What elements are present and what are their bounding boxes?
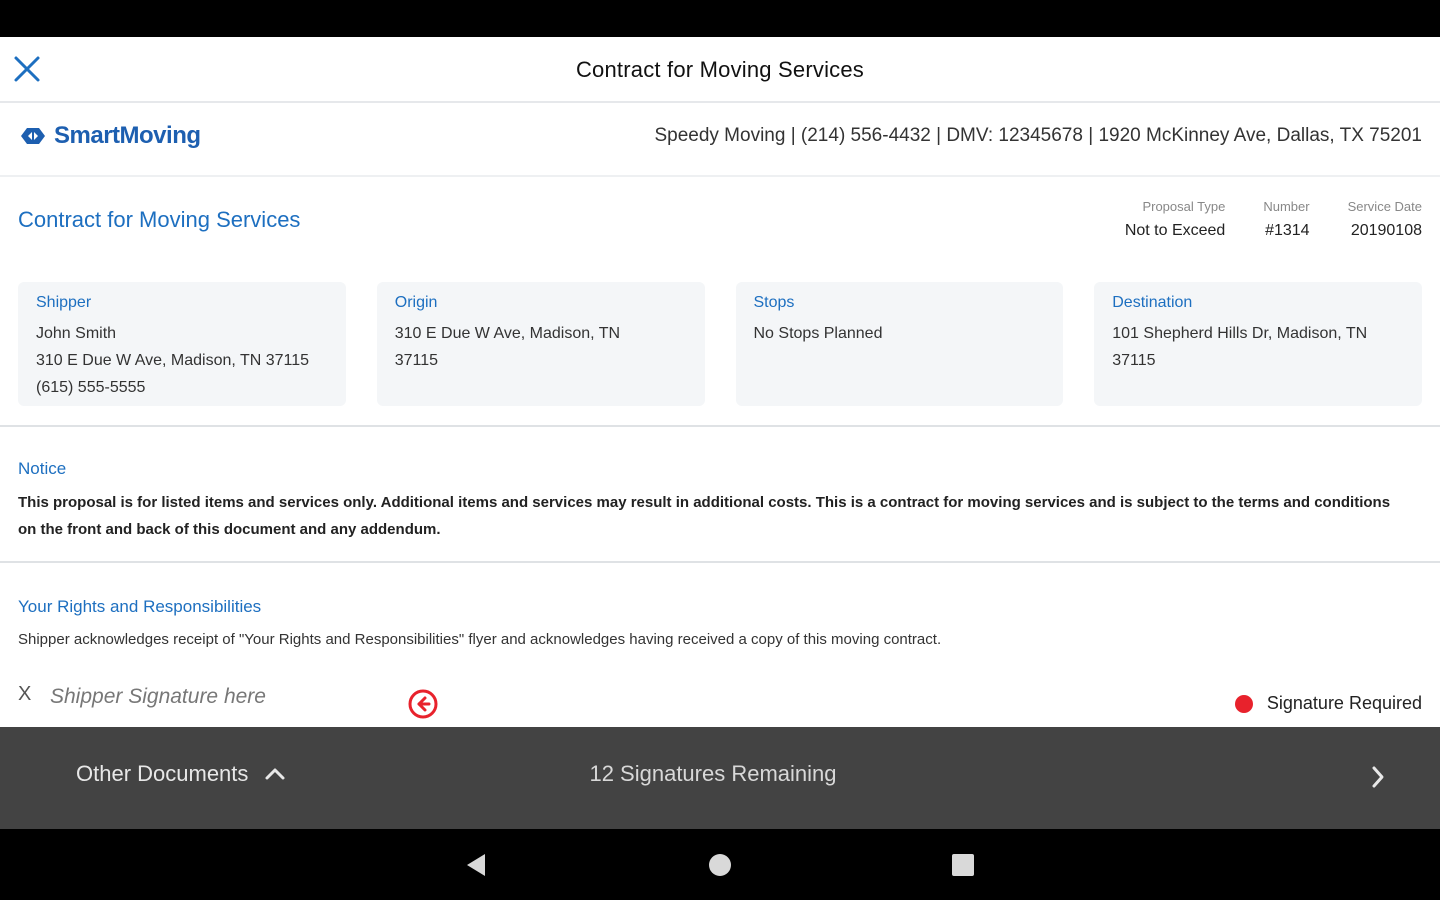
bottom-action-bar: Other Documents 12 Signatures Remaining bbox=[0, 727, 1440, 829]
card-title: Destination bbox=[1112, 294, 1193, 311]
meta-label: Number bbox=[1263, 199, 1310, 214]
address-cards: Shipper John Smith 310 E Due W Ave, Madi… bbox=[18, 282, 1422, 406]
shipper-signature-field[interactable] bbox=[50, 681, 390, 713]
recents-square-icon bbox=[952, 854, 974, 876]
company-header: SmartMoving Speedy Moving | (214) 556-44… bbox=[0, 103, 1440, 177]
company-logo: SmartMoving bbox=[18, 121, 201, 151]
rights-title: Your Rights and Responsibilities bbox=[18, 597, 262, 616]
home-circle-icon bbox=[709, 854, 731, 876]
next-signature-button[interactable] bbox=[1364, 763, 1392, 791]
card-stops: Stops No Stops Planned bbox=[735, 282, 1064, 406]
document-header: Contract for Moving Services Proposal Ty… bbox=[0, 177, 1440, 427]
logo-text: SmartMoving bbox=[54, 122, 201, 149]
meta-service-date: Service Date 20190108 bbox=[1348, 199, 1422, 240]
card-line: (615) 555-5555 bbox=[36, 379, 146, 396]
card-title: Stops bbox=[753, 294, 795, 311]
rights-text: Shipper acknowledges receipt of "Your Ri… bbox=[18, 631, 942, 648]
signature-required-label: Signature Required bbox=[1266, 693, 1422, 713]
card-title: Shipper bbox=[36, 294, 92, 311]
meta-label: Service Date bbox=[1347, 199, 1422, 214]
system-nav-bar bbox=[0, 829, 1440, 900]
notice-section: Notice This proposal is for listed items… bbox=[0, 427, 1440, 563]
card-shipper: Shipper John Smith 310 E Due W Ave, Madi… bbox=[18, 282, 346, 406]
back-triangle-icon bbox=[467, 854, 485, 876]
document-meta: Proposal Type Not to Exceed Number #1314… bbox=[1125, 199, 1422, 240]
meta-value: #1314 bbox=[1265, 222, 1310, 239]
card-destination: Destination 101 Shepherd Hills Dr, Madis… bbox=[1094, 282, 1422, 406]
page-title: Contract for Moving Services bbox=[575, 57, 865, 82]
signature-x-mark: X bbox=[18, 683, 32, 705]
card-line: 101 Shepherd Hills Dr, Madison, TN bbox=[1112, 325, 1368, 342]
document-title: Contract for Moving Services bbox=[18, 207, 301, 232]
meta-value: Not to Exceed bbox=[1124, 222, 1226, 239]
company-info: Speedy Moving | (214) 556-4432 | DMV: 12… bbox=[654, 125, 1422, 146]
status-bar bbox=[0, 0, 1440, 37]
card-line: No Stops Planned bbox=[753, 325, 883, 342]
chevron-right-icon bbox=[1372, 766, 1384, 788]
card-line: 37115 bbox=[1112, 352, 1156, 369]
card-line: 310 E Due W Ave, Madison, TN bbox=[394, 325, 621, 342]
smartmoving-logo-icon bbox=[21, 128, 45, 144]
meta-proposal-type: Proposal Type Not to Exceed bbox=[1125, 199, 1226, 240]
card-origin: Origin 310 E Due W Ave, Madison, TN 3711… bbox=[376, 282, 705, 406]
contract-screen: Contract for Moving Services SmartMoving… bbox=[0, 37, 1440, 727]
meta-label: Proposal Type bbox=[1142, 199, 1226, 214]
meta-value: 20190108 bbox=[1350, 222, 1422, 239]
signatures-remaining: 12 Signatures Remaining bbox=[589, 761, 837, 786]
signature-required-indicator: Signature Required bbox=[1234, 693, 1422, 714]
card-line: 37115 bbox=[394, 352, 439, 369]
notice-text: This proposal is for listed items and se… bbox=[18, 494, 1391, 538]
arrow-left-circle-icon bbox=[408, 689, 438, 719]
rights-section: Your Rights and Responsibilities Shipper… bbox=[0, 563, 1440, 727]
card-line: 310 E Due W Ave, Madison, TN 37115 bbox=[36, 352, 310, 369]
nav-recents-button[interactable] bbox=[949, 851, 977, 879]
nav-home-button[interactable] bbox=[706, 851, 734, 879]
nav-back-button[interactable] bbox=[463, 851, 491, 879]
required-dot-icon bbox=[1234, 694, 1253, 713]
card-title: Origin bbox=[394, 294, 438, 311]
card-line: John Smith bbox=[36, 325, 117, 342]
signature-arrow-button[interactable] bbox=[407, 688, 439, 720]
notice-title: Notice bbox=[18, 459, 67, 478]
top-bar: Contract for Moving Services bbox=[0, 37, 1440, 103]
meta-number: Number #1314 bbox=[1263, 199, 1309, 240]
